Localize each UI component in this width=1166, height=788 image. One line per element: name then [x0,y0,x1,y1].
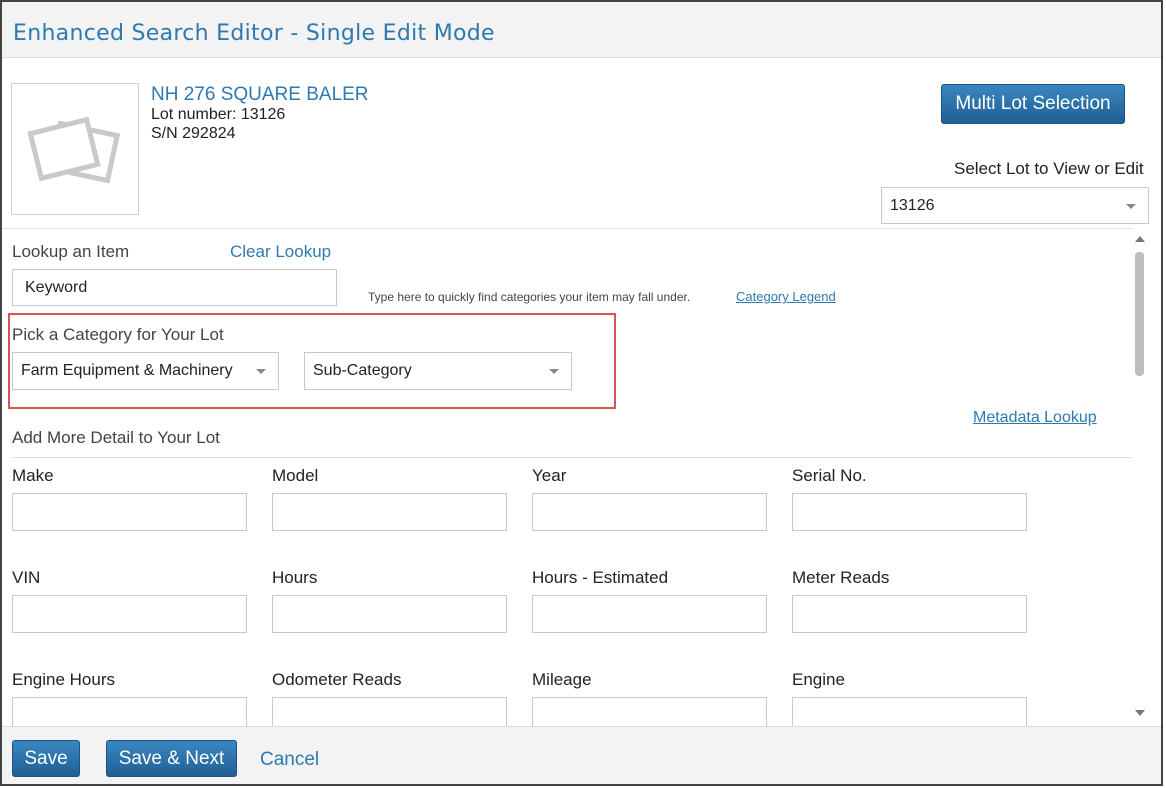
image-placeholder-icon [27,116,121,184]
field-label-year: Year [532,466,567,485]
editor-dialog: Enhanced Search Editor - Single Edit Mod… [0,0,1163,786]
chevron-down-icon [549,369,559,374]
save-button[interactable]: Save [12,740,80,777]
year-input[interactable] [532,493,767,531]
field-label-engine-hours: Engine Hours [12,670,116,689]
metadata-lookup-link[interactable]: Metadata Lookup [973,409,1097,427]
divider [12,457,1131,458]
field-label-mileage: Mileage [532,670,592,689]
cancel-link[interactable]: Cancel [260,749,319,771]
dialog-title: Enhanced Search Editor - Single Edit Mod… [13,21,495,46]
field-label-hours: Hours [272,568,318,587]
lookup-hint: Type here to quickly find categories you… [368,290,691,304]
item-title[interactable]: NH 276 SQUARE BALER [151,84,369,106]
field-label-model: Model [272,466,319,485]
multi-lot-selection-button[interactable]: Multi Lot Selection [941,84,1125,124]
field-label-serial: Serial No. [792,466,867,485]
serial-number: S/N 292824 [151,125,236,142]
item-image-placeholder [11,83,139,215]
sub-category-dropdown[interactable]: Sub-Category [304,352,572,390]
make-input[interactable] [12,493,247,531]
field-label-hours-estimated: Hours - Estimated [532,568,669,587]
dialog-header: Enhanced Search Editor - Single Edit Mod… [2,2,1161,58]
pick-category-label: Pick a Category for Your Lot [12,325,224,344]
field-label-odometer: Odometer Reads [272,670,402,689]
scroll-down-icon[interactable] [1135,710,1145,716]
serial-input[interactable] [792,493,1027,531]
scrollbar-thumb[interactable] [1135,252,1144,376]
meter-reads-input[interactable] [792,595,1027,633]
lot-number: Lot number: 13126 [151,106,286,123]
select-lot-dropdown[interactable]: 13126 [881,187,1149,224]
chevron-down-icon [256,369,266,374]
select-lot-label: Select Lot to View or Edit [954,159,1144,178]
category-legend-link[interactable]: Category Legend [736,289,836,304]
keyword-input[interactable]: Keyword [12,269,337,306]
add-detail-label: Add More Detail to Your Lot [12,428,220,447]
field-label-vin: VIN [12,568,41,587]
scroll-up-icon[interactable] [1135,236,1145,242]
chevron-down-icon [1126,203,1136,209]
clear-lookup-link[interactable]: Clear Lookup [230,242,331,262]
vertical-scrollbar[interactable] [1132,234,1148,718]
hours-estimated-input[interactable] [532,595,767,633]
model-input[interactable] [272,493,507,531]
category-value: Farm Equipment & Machinery [21,362,233,379]
vin-input[interactable] [12,595,247,633]
select-lot-value: 13126 [890,197,935,214]
field-label-make: Make [12,466,54,485]
lookup-label: Lookup an Item [12,242,130,261]
field-label-engine: Engine [792,670,845,689]
hours-input[interactable] [272,595,507,633]
category-dropdown[interactable]: Farm Equipment & Machinery [12,352,279,390]
divider [2,228,1132,229]
sub-category-value: Sub-Category [313,362,412,379]
field-label-meter-reads: Meter Reads [792,568,890,587]
save-next-button[interactable]: Save & Next [106,740,237,777]
